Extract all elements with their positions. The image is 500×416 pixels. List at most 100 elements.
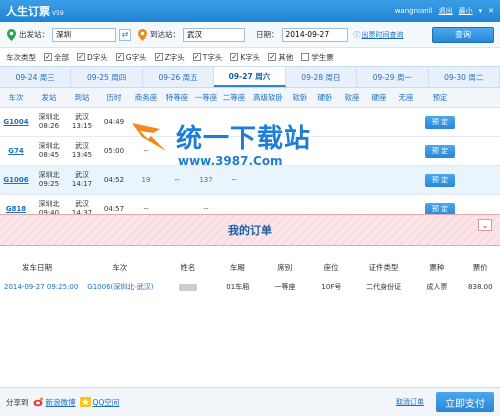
to-station-input[interactable] [183, 27, 245, 42]
from-station: 深圳北 [38, 171, 60, 179]
filter-g[interactable]: ✓ G字头 [115, 52, 147, 63]
date-tab-0930[interactable]: 09-30 周二 [429, 67, 500, 87]
departure-time: 09:25 [38, 180, 60, 188]
checkbox[interactable]: ✓ [77, 53, 85, 61]
duration: 04:57 [103, 205, 125, 213]
filter-label: 学生票 [311, 52, 334, 62]
train-number-link[interactable]: G1004 [3, 118, 28, 126]
col-header: 到站 [74, 93, 90, 102]
date-input[interactable] [281, 27, 348, 42]
title-bar: 人生订票 V59 wangnianll 退出 最小 ▾ ✕ [0, 0, 500, 22]
schedule-query[interactable]: ⓘ 出票时间查询 [354, 30, 404, 40]
info-icon: ⓘ [353, 30, 361, 39]
col-header: 车次 [112, 262, 128, 272]
train-number-link[interactable]: G818 [6, 205, 26, 213]
date-tabs: 09-24 周三 09-25 周四 09-26 周五 09-27 周六 09-2… [0, 66, 500, 88]
filter-label: G字头 [125, 52, 147, 62]
date-tab-0925[interactable]: 09-25 周四 [71, 67, 143, 87]
col-header: 高级软卧 [253, 93, 283, 102]
to-station-label: 到达站： [150, 30, 180, 39]
arrival-cell: 武汉 13:15 [66, 113, 98, 131]
checkbox[interactable]: ✓ [115, 53, 124, 61]
weibo-link[interactable]: 新浪微博 [46, 397, 76, 408]
schedule-query-link[interactable]: 出票时间查询 [362, 30, 404, 40]
checkbox[interactable]: ✓ [268, 53, 277, 61]
from-station-input[interactable] [52, 27, 116, 42]
date-tab-0924[interactable]: 09-24 周三 [0, 67, 72, 87]
arrival-cell: 武汉 14:17 [66, 171, 98, 189]
train-table: 车次 发站 到站 历时 商务座 特等座 一等座 二等座 高级软卧 软卧 硬卧 软… [0, 88, 500, 226]
departure-cell: 深圳北 08:26 [32, 113, 66, 131]
close-icon[interactable]: ✕ [488, 7, 494, 15]
location-pin-icon [137, 28, 147, 41]
checkbox[interactable]: ✓ [192, 53, 201, 61]
filter-d[interactable]: ✓ D字头 [77, 52, 108, 63]
filter-other[interactable]: ✓ 其他 [268, 52, 293, 63]
book-button[interactable]: 预 定 [425, 144, 455, 158]
col-header: 特等座 [165, 93, 189, 102]
col-header: 车次 [8, 93, 24, 102]
from-station: 深圳北 [38, 113, 60, 121]
table-row[interactable]: G1006 深圳北 09:25 武汉 14:17 04:52 19 -- 137 -… [0, 166, 500, 195]
to-station: 武汉 [75, 142, 89, 150]
to-station: 武汉 [75, 200, 89, 208]
checkbox[interactable]: ✓ [154, 53, 163, 61]
pay-now-button[interactable]: 立即支付 [436, 392, 494, 412]
checkbox[interactable]: ✓ [44, 53, 52, 61]
filter-label: D字头 [87, 52, 108, 62]
date-tab-0927[interactable]: 09-27 周六 [214, 67, 286, 87]
logout-link[interactable]: 退出 [439, 6, 453, 16]
filter-t[interactable]: ✓ T字头 [192, 52, 223, 63]
query-button[interactable]: 查询 [432, 26, 494, 43]
arrival-time: 14:17 [71, 180, 93, 188]
filter-label: Z字头 [164, 52, 185, 62]
location-pin-icon [6, 28, 16, 41]
col-header: 座位 [323, 262, 339, 272]
collapse-chevron-icon[interactable]: ⌄ [478, 219, 492, 231]
swap-stations-button[interactable]: ⇄ [119, 28, 131, 41]
arrival-time: 13:15 [71, 122, 93, 130]
order-row[interactable]: 2014-09-27 09:25:00 G1006(深圳北-武汉) 01车厢 一… [0, 280, 500, 294]
book-button[interactable]: 预 定 [425, 173, 455, 187]
username: wangnianll [394, 7, 433, 15]
checkbox[interactable] [301, 53, 310, 61]
cancel-order-link[interactable]: 取消订单 [396, 397, 424, 407]
train-number-link[interactable]: G1006 [3, 176, 28, 184]
share-label: 分享到 [6, 397, 29, 407]
train-type-label: 车次类型 [6, 52, 36, 62]
order-coach: 01车厢 [226, 283, 250, 291]
redacted-name [179, 283, 198, 291]
filter-label: T字头 [202, 52, 223, 62]
table-row[interactable]: G1004 深圳北 08:26 武汉 13:15 04:49 预 定 [0, 108, 500, 137]
minimize-link[interactable]: 最小 [459, 6, 473, 16]
checkbox[interactable]: ✓ [230, 53, 239, 61]
col-header: 软卧 [292, 93, 308, 102]
departure-time: 08:45 [38, 151, 60, 159]
date-tab-0929[interactable]: 09-29 周一 [357, 67, 429, 87]
weibo-icon [33, 397, 43, 407]
train-number-link[interactable]: G74 [8, 147, 24, 155]
col-header: 硬卧 [317, 93, 333, 102]
seat-business: -- [143, 205, 149, 213]
menu-dropdown-icon[interactable]: ▾ [479, 7, 483, 15]
col-header: 商务座 [134, 93, 158, 102]
date-tab-0928[interactable]: 09-28 周日 [286, 67, 358, 87]
share-weibo[interactable]: 新浪微博 [33, 397, 76, 408]
orders-table-header: 发车日期 车次 姓名 车厢 席别 座位 证件类型 票种 票价 [0, 260, 500, 274]
from-station: 深圳北 [38, 142, 60, 150]
book-button[interactable]: 预 定 [425, 115, 455, 129]
date-tab-0926[interactable]: 09-26 周五 [143, 67, 215, 87]
duration: 05:00 [103, 147, 125, 155]
filter-k[interactable]: ✓ K字头 [230, 52, 260, 63]
filter-student[interactable]: 学生票 [301, 52, 334, 63]
table-row[interactable]: G74 深圳北 08:45 武汉 13:45 05:00 -- 预 定 [0, 137, 500, 166]
filter-all[interactable]: ✓ 全部 [44, 52, 69, 63]
col-header: 票价 [472, 262, 488, 272]
qzone-link[interactable]: QQ空间 [93, 397, 120, 408]
col-header: 历时 [106, 93, 122, 102]
filter-label: K字头 [240, 52, 261, 62]
search-bar: 出发站： ⇄ 到达站： 日期： ⓘ 出票时间查询 查询 [0, 22, 500, 48]
filter-z[interactable]: ✓ Z字头 [154, 52, 185, 63]
share-qzone[interactable]: QQ空间 [79, 397, 120, 408]
col-header: 无座 [398, 93, 414, 102]
